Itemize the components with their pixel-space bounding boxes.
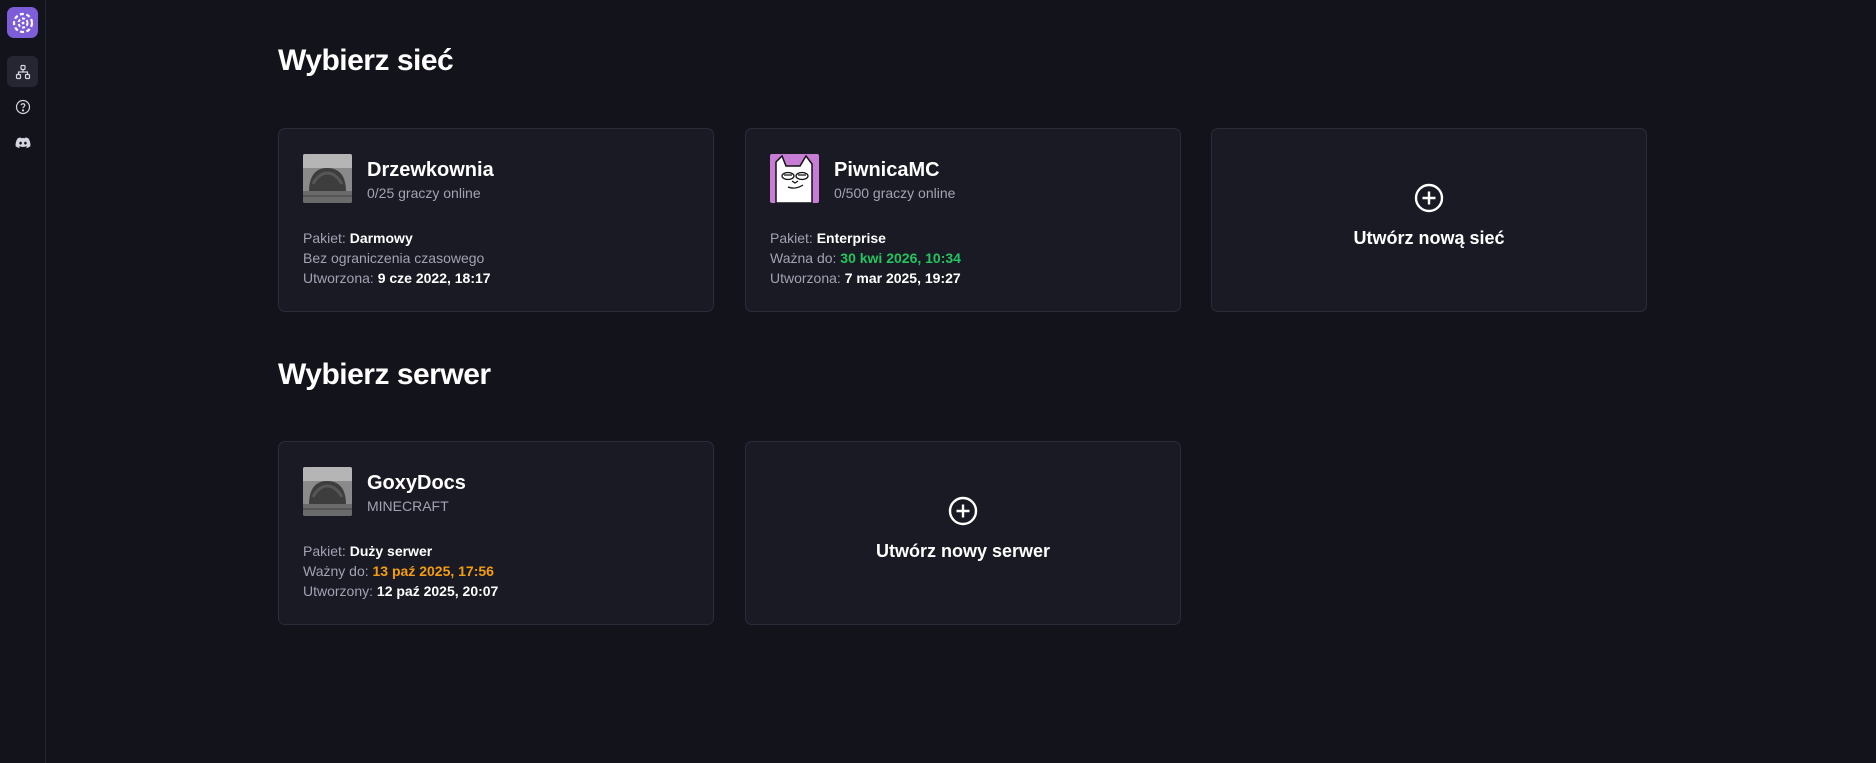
server-details: Pakiet: Duży serwer Ważny do: 13 paź 202…: [303, 541, 498, 601]
sidebar-item-networks[interactable]: [7, 56, 38, 87]
network-icon: [15, 64, 30, 79]
network-thumbnail: [303, 154, 352, 203]
plus-circle-icon: [1414, 183, 1444, 213]
package-row: Pakiet: Duży serwer: [303, 543, 433, 559]
validity-row: Ważna do: 30 kwi 2026, 10:34: [770, 250, 961, 266]
valid-until-value: 13 paź 2025, 17:56: [372, 563, 494, 579]
players-online: 0/25 graczy online: [367, 185, 481, 201]
package-row: Pakiet: Darmowy: [303, 230, 413, 246]
server-thumbnail: [303, 467, 352, 516]
sidebar-item-discord[interactable]: [7, 127, 38, 158]
validity-row: Bez ograniczenia czasowego: [303, 250, 485, 266]
network-name: PiwnicaMC: [834, 159, 940, 181]
network-details: Pakiet: Enterprise Ważna do: 30 kwi 2026…: [770, 228, 961, 288]
created-row: Utworzony: 12 paź 2025, 20:07: [303, 583, 499, 599]
created-row: Utworzona: 7 mar 2025, 19:27: [770, 270, 961, 286]
valid-until-value: 30 kwi 2026, 10:34: [840, 250, 961, 266]
server-game: MINECRAFT: [367, 498, 449, 514]
networks-section-title: Wybierz sieć: [278, 44, 454, 77]
package-value: Enterprise: [816, 230, 886, 246]
create-server-label: Utwórz nowy serwer: [875, 541, 1051, 561]
app-logo-icon[interactable]: [7, 7, 38, 38]
network-card-piwnicamc[interactable]: PiwnicaMC 0/500 graczy online Pakiet: En…: [745, 128, 1181, 312]
help-icon: [15, 99, 30, 114]
package-value: Duży serwer: [349, 543, 433, 559]
package-row: Pakiet: Enterprise: [770, 230, 886, 246]
server-name: GoxyDocs: [367, 472, 466, 494]
servers-section-title: Wybierz serwer: [278, 358, 491, 391]
create-network-label: Utwórz nową sieć: [1353, 228, 1505, 248]
create-network-button[interactable]: Utwórz nową sieć: [1211, 128, 1647, 312]
created-value: 12 paź 2025, 20:07: [376, 583, 499, 599]
created-row: Utworzona: 9 cze 2022, 18:17: [303, 270, 491, 286]
created-value: 9 cze 2022, 18:17: [377, 270, 491, 286]
server-card-goxydocs[interactable]: GoxyDocs MINECRAFT Pakiet: Duży serwer W…: [278, 441, 714, 625]
network-details: Pakiet: Darmowy Bez ograniczenia czasowe…: [303, 228, 491, 288]
players-online: 0/500 graczy online: [834, 185, 956, 201]
sidebar-item-help[interactable]: [7, 91, 38, 122]
plus-circle-icon: [948, 496, 978, 526]
sidebar: [0, 0, 46, 763]
network-thumbnail: [770, 154, 819, 203]
discord-icon: [15, 136, 30, 148]
package-value: Darmowy: [349, 230, 413, 246]
created-value: 7 mar 2025, 19:27: [844, 270, 961, 286]
network-card-drzewkownia[interactable]: Drzewkownia 0/25 graczy online Pakiet: D…: [278, 128, 714, 312]
validity-row: Ważny do: 13 paź 2025, 17:56: [303, 563, 494, 579]
network-name: Drzewkownia: [367, 159, 494, 181]
create-server-button[interactable]: Utwórz nowy serwer: [745, 441, 1181, 625]
